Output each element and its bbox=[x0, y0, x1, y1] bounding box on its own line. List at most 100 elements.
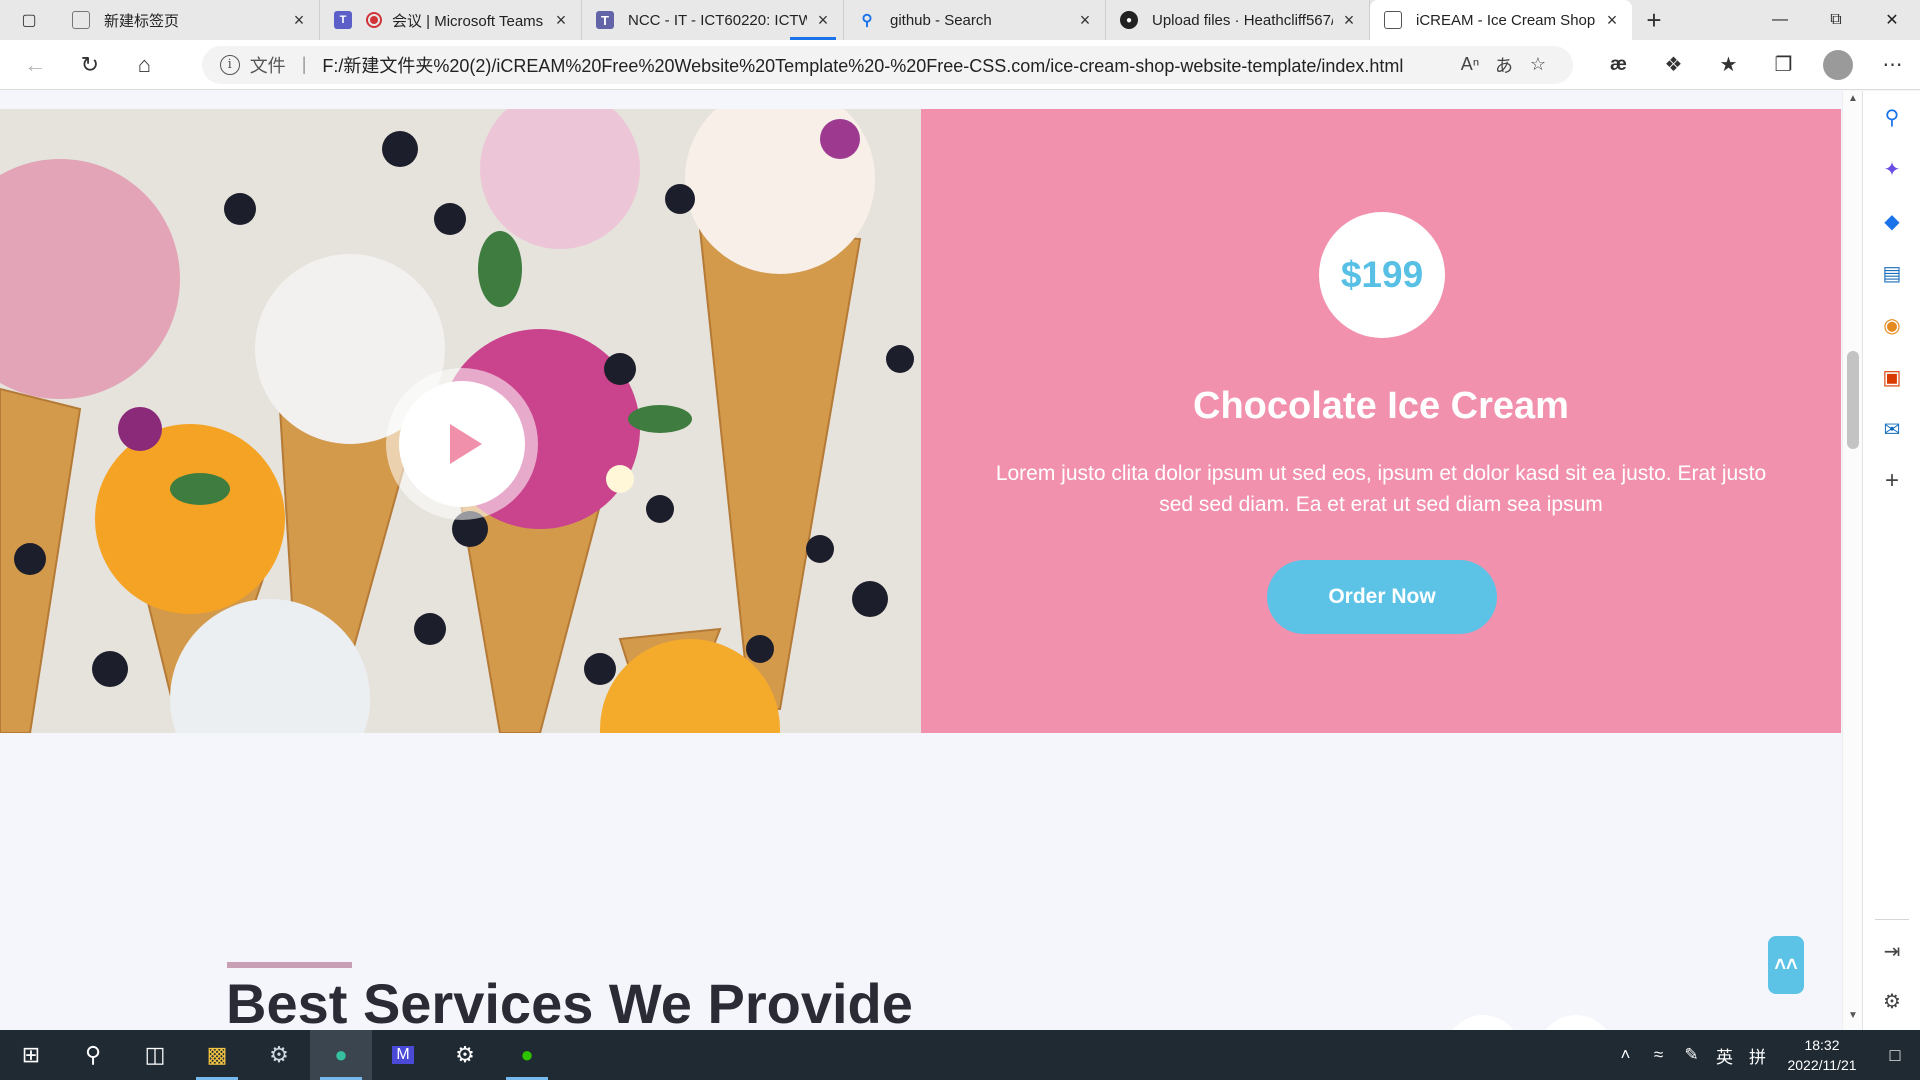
order-now-button[interactable]: Order Now bbox=[1267, 560, 1497, 634]
tab-new-tab[interactable]: 新建标签页 × bbox=[58, 0, 320, 40]
taskbar-steam[interactable]: ⚙ bbox=[248, 1030, 310, 1080]
tab-teams-meeting[interactable]: T 会议 | Microsoft Teams × bbox=[320, 0, 582, 40]
taskbar-settings[interactable]: ⚙ bbox=[434, 1030, 496, 1080]
close-icon: ✕ bbox=[1885, 12, 1899, 29]
arrow-left-icon: ← bbox=[24, 51, 47, 77]
tab-actions-icon: ▢ bbox=[21, 12, 37, 29]
tab-github-upload[interactable]: ● Upload files · Heathcliff567/ × bbox=[1106, 0, 1370, 40]
sidebar-settings-gear-icon[interactable]: ⚙ bbox=[1863, 981, 1920, 1021]
close-icon[interactable]: × bbox=[1602, 10, 1622, 31]
taskbar-edge[interactable]: ● bbox=[310, 1030, 372, 1080]
search-icon: ⚲ bbox=[84, 1042, 102, 1067]
pen-icon[interactable]: ✎ bbox=[1675, 1045, 1708, 1065]
start-button[interactable]: ⊞ bbox=[0, 1030, 62, 1080]
tab-title: NCC - IT - ICT60220: ICTWE bbox=[628, 11, 807, 29]
promo-title: Chocolate Ice Cream bbox=[1193, 385, 1569, 427]
address-separator: | bbox=[301, 54, 307, 74]
tab-ncc-ict[interactable]: T NCC - IT - ICT60220: ICTWE × bbox=[582, 0, 844, 40]
tab-title: Upload files · Heathcliff567/ bbox=[1152, 11, 1333, 29]
browser-toolbar: ← ↻ ⌂ i 文件 | F:/新建文件夹%20(2)/iCREAM%20Fre… bbox=[0, 40, 1920, 90]
back-button[interactable]: ← bbox=[8, 40, 63, 90]
teams-icon: T bbox=[334, 11, 352, 29]
sidebar-outlook-icon[interactable]: ✉ bbox=[1863, 409, 1920, 449]
close-window-button[interactable]: ✕ bbox=[1864, 0, 1920, 40]
github-icon: ● bbox=[1120, 11, 1138, 29]
refresh-button[interactable]: ↻ bbox=[63, 40, 118, 90]
home-button[interactable]: ⌂ bbox=[117, 40, 172, 90]
edge-sidebar: ⚲ ✦ ◆ ▤ ◉ ▣ ✉ + ⇥ ⚙ bbox=[1862, 91, 1920, 1030]
taskbar-clock[interactable]: 18:32 2022/11/21 bbox=[1774, 1035, 1870, 1075]
teams-t-icon: T bbox=[596, 11, 614, 29]
windows-taskbar: ⊞ ⚲ ◫ ▩ ⚙ ● M ⚙ ● ˄ ≈ ✎ 英 拼 18:32 2022/1… bbox=[0, 1030, 1920, 1080]
services-heading: Best Services We Provide bbox=[226, 972, 913, 1030]
address-scheme-label: 文件 bbox=[249, 55, 286, 76]
collections-icon[interactable]: ❐ bbox=[1756, 52, 1811, 77]
address-url[interactable]: F:/新建文件夹%20(2)/iCREAM%20Free%20Website%2… bbox=[322, 52, 1453, 78]
taskbar-wechat[interactable]: ● bbox=[496, 1030, 558, 1080]
close-icon[interactable]: × bbox=[1075, 10, 1095, 31]
restore-icon: ⧉ bbox=[1830, 11, 1842, 28]
services-heading-accent bbox=[227, 962, 352, 968]
tab-actions-button[interactable]: ▢ bbox=[0, 0, 58, 40]
ime-mode-indicator[interactable]: 拼 bbox=[1741, 1043, 1774, 1068]
price-badge: $199 bbox=[1319, 212, 1445, 338]
windows-logo-icon: ⊞ bbox=[21, 1042, 41, 1067]
sidebar-tools-icon[interactable]: ▤ bbox=[1863, 253, 1920, 293]
taskbar-visual-studio[interactable]: M bbox=[372, 1030, 434, 1080]
favorites-icon[interactable]: ★ bbox=[1701, 52, 1756, 77]
info-icon[interactable]: i bbox=[219, 54, 240, 75]
toolbar-extensions: æ ❖ ★ ❐ ⋯ bbox=[1591, 49, 1920, 80]
system-tray: ˄ ≈ ✎ 英 拼 18:32 2022/11/21 □ bbox=[1609, 1030, 1920, 1080]
page-icon bbox=[1384, 11, 1402, 29]
sidebar-divider bbox=[1875, 919, 1909, 920]
sidebar-shopping-icon[interactable]: ◆ bbox=[1863, 201, 1920, 241]
back-to-top-button[interactable]: ˄˄ bbox=[1768, 936, 1804, 994]
minimize-button[interactable]: — bbox=[1752, 0, 1808, 40]
sidebar-add-icon[interactable]: + bbox=[1863, 461, 1920, 501]
steam-icon: ⚙ bbox=[269, 1042, 289, 1067]
address-bar[interactable]: i 文件 | F:/新建文件夹%20(2)/iCREAM%20Free%20We… bbox=[201, 45, 1573, 84]
close-icon[interactable]: × bbox=[289, 10, 309, 31]
restore-button[interactable]: ⧉ bbox=[1808, 0, 1864, 40]
video-play-button[interactable] bbox=[386, 368, 538, 520]
task-view-button[interactable]: ◫ bbox=[124, 1030, 186, 1080]
page-viewport: $199 Chocolate Ice Cream Lorem justo cli… bbox=[0, 91, 1842, 1030]
close-icon[interactable]: × bbox=[813, 10, 833, 31]
read-aloud-icon[interactable]: Aⁿ bbox=[1453, 54, 1487, 75]
scroll-down-arrow-icon[interactable]: ▼ bbox=[1843, 1010, 1863, 1028]
visual-studio-icon: M bbox=[392, 1046, 414, 1064]
tab-title: iCREAM - Ice Cream Shop W bbox=[1416, 11, 1596, 29]
translate-icon[interactable]: あ bbox=[1487, 52, 1521, 78]
notification-center-icon[interactable]: □ bbox=[1870, 1045, 1920, 1066]
tab-title: 新建标签页 bbox=[104, 12, 180, 30]
taskbar-file-explorer[interactable]: ▩ bbox=[186, 1030, 248, 1080]
ime-language-indicator[interactable]: 英 bbox=[1708, 1043, 1741, 1068]
close-icon[interactable]: × bbox=[551, 10, 571, 31]
sidebar-discover-icon[interactable]: ✦ bbox=[1863, 149, 1920, 189]
plus-icon: + bbox=[1646, 4, 1662, 35]
task-view-icon: ◫ bbox=[144, 1042, 166, 1067]
sidebar-hide-icon[interactable]: ⇥ bbox=[1863, 931, 1920, 971]
sidebar-games-icon[interactable]: ◉ bbox=[1863, 305, 1920, 345]
close-icon[interactable]: × bbox=[1339, 10, 1359, 31]
tab-icream[interactable]: iCREAM - Ice Cream Shop W × bbox=[1370, 0, 1632, 40]
scroll-up-arrow-icon[interactable]: ▲ bbox=[1843, 93, 1863, 111]
extension-ae-icon[interactable]: æ bbox=[1591, 54, 1646, 76]
add-favorite-icon[interactable]: ☆ bbox=[1521, 54, 1555, 75]
play-button-inner bbox=[399, 381, 525, 507]
taskbar-search-button[interactable]: ⚲ bbox=[62, 1030, 124, 1080]
chevron-up-icon[interactable]: ˄ bbox=[1609, 1045, 1642, 1065]
extensions-puzzle-icon[interactable]: ❖ bbox=[1646, 52, 1701, 77]
sidebar-office-icon[interactable]: ▣ bbox=[1863, 357, 1920, 397]
tab-github-search[interactable]: ⚲ github - Search × bbox=[844, 0, 1106, 40]
gear-icon: ⚙ bbox=[455, 1042, 475, 1067]
more-menu-icon[interactable]: ⋯ bbox=[1865, 52, 1920, 77]
search-icon: ⚲ bbox=[861, 12, 873, 29]
page-scrollbar[interactable]: ▲ ▼ bbox=[1842, 91, 1862, 1030]
scroll-thumb[interactable] bbox=[1847, 351, 1859, 449]
promo-description: Lorem justo clita dolor ipsum ut sed eos… bbox=[995, 462, 1767, 516]
profile-avatar[interactable] bbox=[1823, 49, 1853, 80]
wifi-icon[interactable]: ≈ bbox=[1642, 1045, 1675, 1065]
new-tab-button[interactable]: + bbox=[1632, 0, 1676, 40]
sidebar-search-icon[interactable]: ⚲ bbox=[1863, 97, 1920, 137]
